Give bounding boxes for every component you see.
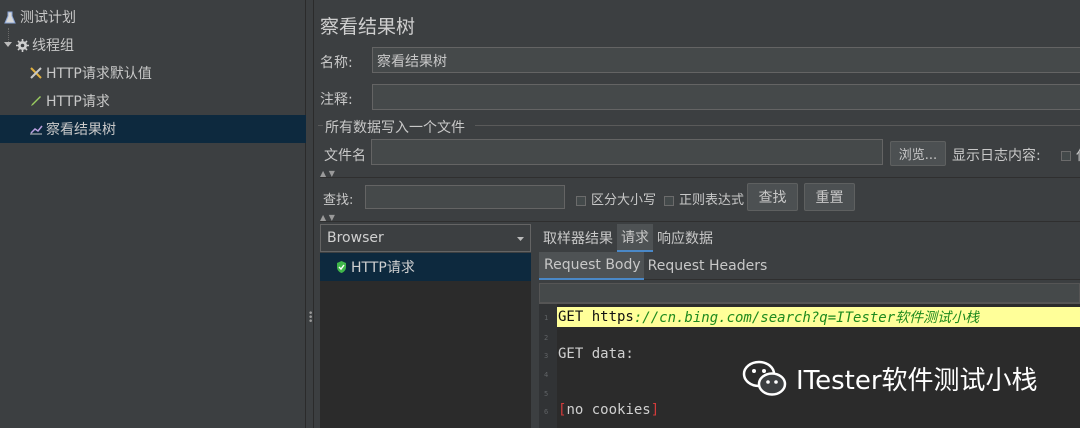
browse-button[interactable]: 浏览... xyxy=(890,141,946,166)
filename-input[interactable] xyxy=(371,139,883,165)
fieldset-border xyxy=(475,125,1080,126)
chevron-down-icon xyxy=(517,230,524,246)
watermark-text: ITester软件测试小栈 xyxy=(796,365,1038,396)
tree-item-label: HTTP请求 xyxy=(46,94,110,110)
tree-item-http-defaults[interactable]: HTTP请求默认值 xyxy=(29,59,152,87)
name-input[interactable]: 察看结果树 xyxy=(372,47,1080,73)
renderer-select-value: Browser xyxy=(327,230,384,246)
test-plan-tree: 测试计划 线程组 HTTP请求默认值 HTTP请求 察看结果树 xyxy=(0,0,306,428)
tree-item-label: HTTP请求默认值 xyxy=(46,66,152,82)
tab-response-data[interactable]: 响应数据 xyxy=(653,224,717,252)
gear-icon xyxy=(15,38,29,52)
panel-splitter[interactable]: ▲ ▼ xyxy=(320,170,1080,178)
tab-request-body[interactable]: Request Body xyxy=(539,252,644,280)
line-number-gutter: 1 2 3 4 5 6 xyxy=(539,304,557,428)
request-subtabs: Request Body Request Headers xyxy=(539,252,1080,280)
list-item-label: HTTP请求 xyxy=(351,260,415,276)
line-number: 6 xyxy=(544,408,549,416)
line-number: 1 xyxy=(544,314,549,322)
case-sensitive-option[interactable]: 区分大小写 xyxy=(576,189,656,208)
case-sensitive-label: 区分大小写 xyxy=(591,193,657,208)
regex-option[interactable]: 正则表达式 xyxy=(664,189,744,208)
tree-item-label: 测试计划 xyxy=(20,10,76,26)
log-errors-option[interactable]: 仅 xyxy=(1061,145,1080,165)
search-label: 查找: xyxy=(323,193,354,208)
filename-label: 文件名 xyxy=(324,148,366,164)
list-item[interactable]: HTTP请求 xyxy=(320,253,531,281)
log-errors-label: 仅 xyxy=(1076,148,1080,164)
editor-toolbar xyxy=(539,281,1080,304)
results-splitter[interactable]: ▲ ▼ xyxy=(320,214,1080,222)
result-tabs: 取样器结果 请求 响应数据 xyxy=(539,224,717,252)
wechat-icon xyxy=(742,358,788,398)
main-splitter[interactable]: • • • xyxy=(306,0,314,428)
regex-checkbox[interactable] xyxy=(664,195,674,206)
chart-icon xyxy=(29,122,43,136)
tree-item-view-results-tree[interactable]: 察看结果树 xyxy=(0,115,306,143)
line-number: 3 xyxy=(544,352,549,360)
editor-search-field[interactable] xyxy=(539,283,1080,303)
case-sensitive-checkbox[interactable] xyxy=(576,195,586,206)
find-button[interactable]: 查找 xyxy=(747,183,798,211)
tab-request-headers[interactable]: Request Headers xyxy=(644,252,772,280)
request-url: ://cn.bing.com/search?q=ITester软件测试小栈 xyxy=(633,310,980,326)
log-errors-checkbox[interactable] xyxy=(1061,151,1071,161)
renderer-select[interactable]: Browser xyxy=(320,224,531,252)
tools-icon xyxy=(29,66,43,80)
fieldset-title: 所有数据写入一个文件 xyxy=(325,120,465,136)
reset-button[interactable]: 重置 xyxy=(804,183,855,211)
watermark: ITester软件测试小栈 xyxy=(742,358,1038,398)
code-line-1: GET https://cn.bing.com/search?q=ITester… xyxy=(557,307,1080,327)
tree-item-label: 察看结果树 xyxy=(46,122,116,138)
line-number: 5 xyxy=(544,390,549,398)
pencil-icon xyxy=(29,94,43,108)
code-line-6: [no cookies] xyxy=(557,400,659,420)
request-method-url: GET https xyxy=(558,309,634,325)
tree-item-thread-group[interactable]: 线程组 xyxy=(3,31,74,59)
sample-result-list: HTTP请求 xyxy=(320,253,531,428)
line-number: 2 xyxy=(544,334,549,342)
fieldset-border xyxy=(318,125,323,126)
tree-item-http-request[interactable]: HTTP请求 xyxy=(29,87,110,115)
log-content-label: 显示日志内容: xyxy=(952,148,1041,164)
regex-label: 正则表达式 xyxy=(679,193,745,208)
shield-check-icon xyxy=(334,260,348,274)
no-cookies-text: no cookies xyxy=(566,402,651,418)
search-input[interactable] xyxy=(365,185,565,209)
bracket-open: [ xyxy=(558,402,567,418)
tab-sampler-result[interactable]: 取样器结果 xyxy=(539,224,617,252)
tree-item-test-plan[interactable]: 测试计划 xyxy=(3,3,76,31)
name-label: 名称: xyxy=(320,55,353,71)
comment-input[interactable] xyxy=(372,84,1080,110)
bracket-close: ] xyxy=(650,402,660,418)
tree-item-label: 线程组 xyxy=(32,38,74,54)
line-number: 4 xyxy=(544,371,549,379)
flask-icon xyxy=(3,10,17,24)
page-title: 察看结果树 xyxy=(320,16,416,38)
comment-label: 注释: xyxy=(320,92,353,108)
tab-request[interactable]: 请求 xyxy=(617,224,653,252)
chevron-down-icon[interactable] xyxy=(3,38,13,52)
code-line-3: GET data: xyxy=(558,346,634,362)
splitter-grip: • • • xyxy=(308,309,314,327)
